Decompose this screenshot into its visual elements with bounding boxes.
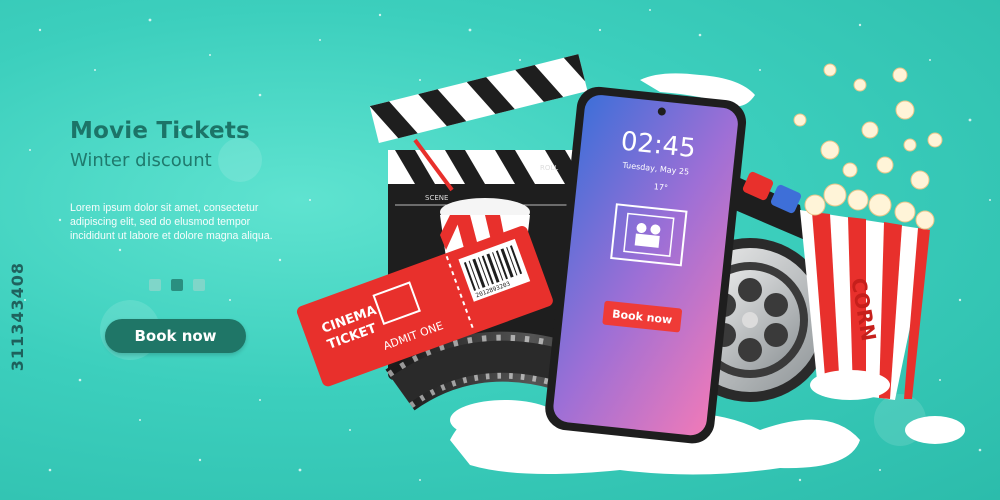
cinema-illustration: SCENE ROLL 2012893203 CINEMA TICKET ADMI… bbox=[296, 54, 965, 475]
smartphone-icon: 02:45 Tuesday, May 25 17° Book now bbox=[545, 86, 747, 444]
clapper-scene-label: SCENE bbox=[425, 194, 448, 202]
phone-temperature: 17° bbox=[653, 182, 668, 192]
clapper-roll-label: ROLL bbox=[540, 164, 558, 172]
promo-banner: 311343408 Movie Tickets Winter discount … bbox=[0, 0, 1000, 500]
popcorn-bucket-icon: CORN bbox=[793, 63, 943, 400]
